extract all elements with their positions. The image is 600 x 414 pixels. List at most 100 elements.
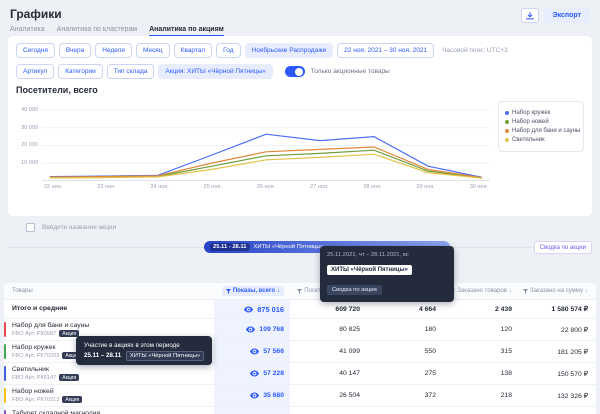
eye-icon[interactable]: [246, 326, 255, 333]
period-button-1[interactable]: Сегодня: [16, 43, 55, 58]
product-name: Светильник: [12, 366, 49, 373]
metric-cell: 37: [366, 407, 442, 414]
metric-cell: 132 326 ₽: [518, 385, 594, 406]
period-button-5[interactable]: Квартал: [174, 43, 213, 58]
product-sku: FBO Арт. РК0587: [12, 331, 56, 337]
x-tick-label: 30 ноя.: [470, 184, 488, 190]
metric-cell: 26 504: [290, 385, 366, 406]
metric-cell: 180: [366, 319, 442, 340]
metric-value: 372: [425, 392, 436, 399]
eye-icon[interactable]: [244, 306, 253, 313]
x-tick-label: 28 ноя.: [363, 184, 381, 190]
period-button-3[interactable]: Неделя: [95, 43, 132, 58]
series-color-strip: [4, 388, 6, 403]
promo-badge: Акция: [59, 374, 79, 381]
toggle-knob: [295, 68, 303, 76]
page-title: Графики: [10, 7, 590, 21]
promo-badge: Акция: [62, 396, 82, 403]
product-sku: FBO Арт. РК70213: [12, 397, 59, 403]
metric-value: 109 768: [259, 326, 284, 333]
product-cell[interactable]: Набор ножейFBO Арт. РК70213Акция: [4, 385, 214, 406]
column-header-5[interactable]: Заказано на сумму↓: [518, 286, 594, 296]
series-color-strip: [4, 344, 6, 359]
promo-only-label: Только акционные товары: [311, 68, 390, 75]
filter-icon[interactable]: [226, 289, 231, 294]
metric-cell: 150 570 ₽: [518, 363, 594, 384]
metric-cell: 218: [442, 385, 518, 406]
x-tick-label: 29 ноя.: [417, 184, 435, 190]
period-button-4[interactable]: Месяц: [136, 43, 170, 58]
participation-promo: ХИТЫ «Чёрной Пятницы»: [126, 351, 204, 361]
legend-label: Набор кружек: [512, 110, 550, 116]
promo-only-toggle[interactable]: [285, 66, 305, 77]
chart-canvas: [42, 101, 490, 181]
column-label: Заказано на сумму: [530, 288, 583, 294]
checkbox-icon[interactable]: [26, 223, 35, 232]
metric-cell: 41 099: [290, 341, 366, 362]
participation-dates: 25.11 – 28.11: [84, 352, 121, 359]
table-row: СветильникFBO Арт. РК8147Акция57 22840 1…: [4, 363, 596, 385]
metric-cell-selected: 875 016: [214, 300, 290, 318]
promo-bar-dates: 25.11 - 28.11: [210, 243, 250, 251]
metric-value: 550: [425, 348, 436, 355]
filter-button-3[interactable]: Тип склада: [107, 64, 155, 79]
y-tick-label: 30 000: [21, 125, 38, 131]
metric-cell: 609 720: [290, 300, 366, 318]
table-header: Товары Показы, всего↓Посетители, всего↓В…: [4, 283, 596, 300]
filter-icon[interactable]: [523, 289, 528, 294]
x-tick-label: 22 ноя.: [44, 184, 62, 190]
promo-tooltip: 25.11.2021, чт – 28.11.2021, вс ХИТЫ «Чё…: [320, 246, 454, 302]
column-header-1[interactable]: Показы, всего↓: [214, 286, 290, 296]
metric-cell: 22: [442, 407, 518, 414]
metric-value: 1 580 574 ₽: [552, 305, 588, 313]
filter-button-1[interactable]: Артикул: [16, 64, 54, 79]
metric-cell: 181 205 ₽: [518, 341, 594, 362]
filter-button-2[interactable]: Категории: [58, 64, 103, 79]
series-color-strip: [4, 322, 6, 337]
sort-icon[interactable]: ↓: [277, 288, 280, 294]
y-tick-label: 10 000: [21, 160, 38, 166]
metric-value: 181 205 ₽: [557, 348, 588, 356]
promo-summary-link[interactable]: Сводка по акции: [327, 285, 382, 295]
x-tick-label: 26 ноя.: [257, 184, 275, 190]
export-button[interactable]: Экспорт: [544, 8, 590, 23]
product-cell[interactable]: Светильник FBO Арт. РК8147Акция: [4, 363, 214, 384]
filter-icon[interactable]: [297, 289, 302, 294]
eye-icon[interactable]: [250, 370, 259, 377]
top-actions: Экспорт: [521, 8, 590, 23]
eye-icon[interactable]: [250, 348, 259, 355]
date-range-picker[interactable]: 22 ноя. 2021 – 30 ноя. 2021: [337, 43, 434, 58]
totals-label-cell: Итого и средние: [4, 300, 214, 318]
promo-participation-tooltip: Участие в акциях в этом периоде 25.11 – …: [76, 336, 212, 365]
sort-icon[interactable]: ↓: [509, 288, 512, 294]
legend-label: Светильник: [512, 137, 545, 143]
metric-cell-selected: 57 228: [214, 363, 290, 384]
metric-value: 609 720: [335, 306, 360, 313]
sort-icon[interactable]: ↓: [585, 288, 588, 294]
metric-value: 120: [501, 326, 512, 333]
period-button-6[interactable]: Год: [216, 43, 240, 58]
metric-value: 26 504: [339, 392, 360, 399]
metric-cell: 80 825: [290, 319, 366, 340]
promo-search-input[interactable]: [40, 223, 164, 232]
metric-cell-selected: 57 566: [214, 341, 290, 362]
download-icon: [526, 8, 534, 23]
period-button-2[interactable]: Вчера: [59, 43, 91, 58]
period-button-7[interactable]: Ноябрьские Распродажи: [245, 43, 334, 58]
column-label: Заказано товаров: [457, 288, 507, 294]
metric-value: 275: [425, 370, 436, 377]
metric-cell-selected: 109 768: [214, 319, 290, 340]
product-sku: FBO Арт. РК8147: [12, 375, 56, 381]
promo-filter-chip[interactable]: Акция: ХИТЫ «Чёрной Пятницы»: [158, 64, 272, 79]
metric-value: 150 570 ₽: [557, 370, 588, 378]
totals-row: Итого и средние875 016609 7204 6642 4391…: [4, 300, 596, 319]
legend-dot: [505, 120, 509, 124]
eye-icon[interactable]: [250, 392, 259, 399]
y-tick-label: 40 000: [21, 107, 38, 113]
product-cell[interactable]: Табурет складной магнолияFBO Арт. РК1631: [4, 407, 214, 414]
topbar: Графики АналитикаАналитика по кластерамА…: [0, 0, 600, 37]
legend-dot: [505, 138, 509, 142]
download-icon-button[interactable]: [521, 8, 539, 23]
participation-title: Участие в акциях в этом периоде: [84, 342, 204, 349]
promo-summary-button[interactable]: Сводка по акции: [534, 241, 592, 254]
